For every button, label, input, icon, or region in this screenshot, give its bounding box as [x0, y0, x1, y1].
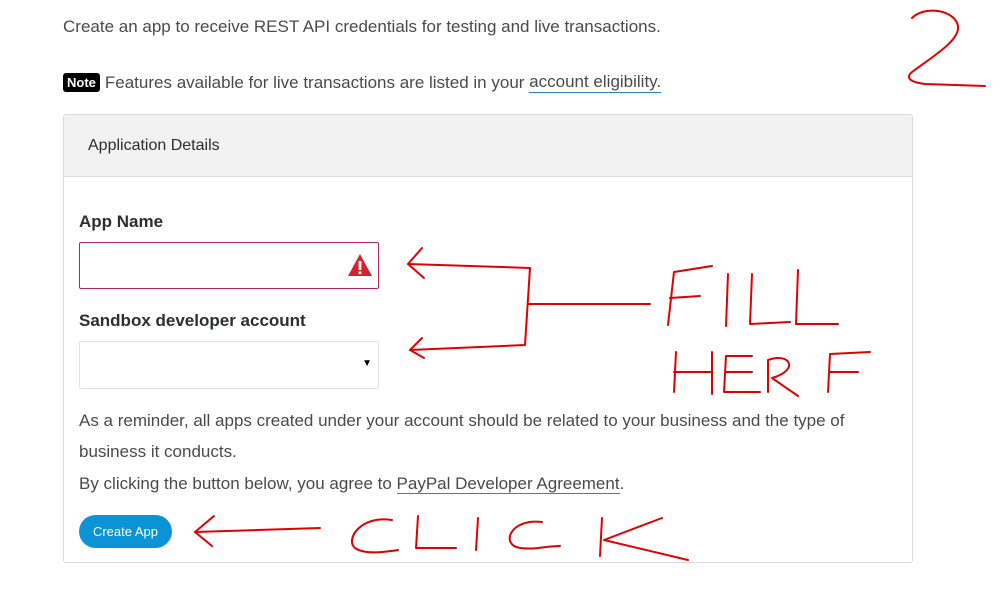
account-eligibility-link[interactable]: account eligibility. — [529, 72, 662, 93]
sandbox-account-label: Sandbox developer account — [79, 311, 306, 330]
chevron-down-icon: ▼ — [362, 358, 372, 369]
note-badge: Note — [63, 73, 100, 92]
intro-text: Create an app to receive REST API creden… — [63, 17, 661, 36]
note-line: Note Features available for live transac… — [63, 72, 662, 93]
application-details-card: Application Details App Name Sandbox dev… — [63, 114, 913, 563]
sandbox-account-select[interactable]: ▼ — [79, 341, 379, 389]
app-name-label: App Name — [79, 212, 164, 231]
developer-agreement-link[interactable]: PayPal Developer Agreement — [396, 474, 620, 494]
note-text: Features available for live transactions… — [104, 72, 525, 92]
app-name-input[interactable] — [80, 243, 350, 288]
agreement-text: By clicking the button below, you agree … — [79, 468, 889, 499]
agreement-suffix: . — [619, 474, 625, 493]
app-name-field[interactable] — [79, 242, 379, 289]
create-app-button[interactable]: Create App — [79, 515, 172, 548]
agreement-prefix: By clicking the button below, you agree … — [79, 474, 392, 493]
reminder-text: As a reminder, all apps created under yo… — [79, 411, 845, 461]
warning-icon — [348, 254, 372, 276]
step-number-annotation — [907, 9, 986, 87]
card-header: Application Details — [64, 115, 912, 177]
